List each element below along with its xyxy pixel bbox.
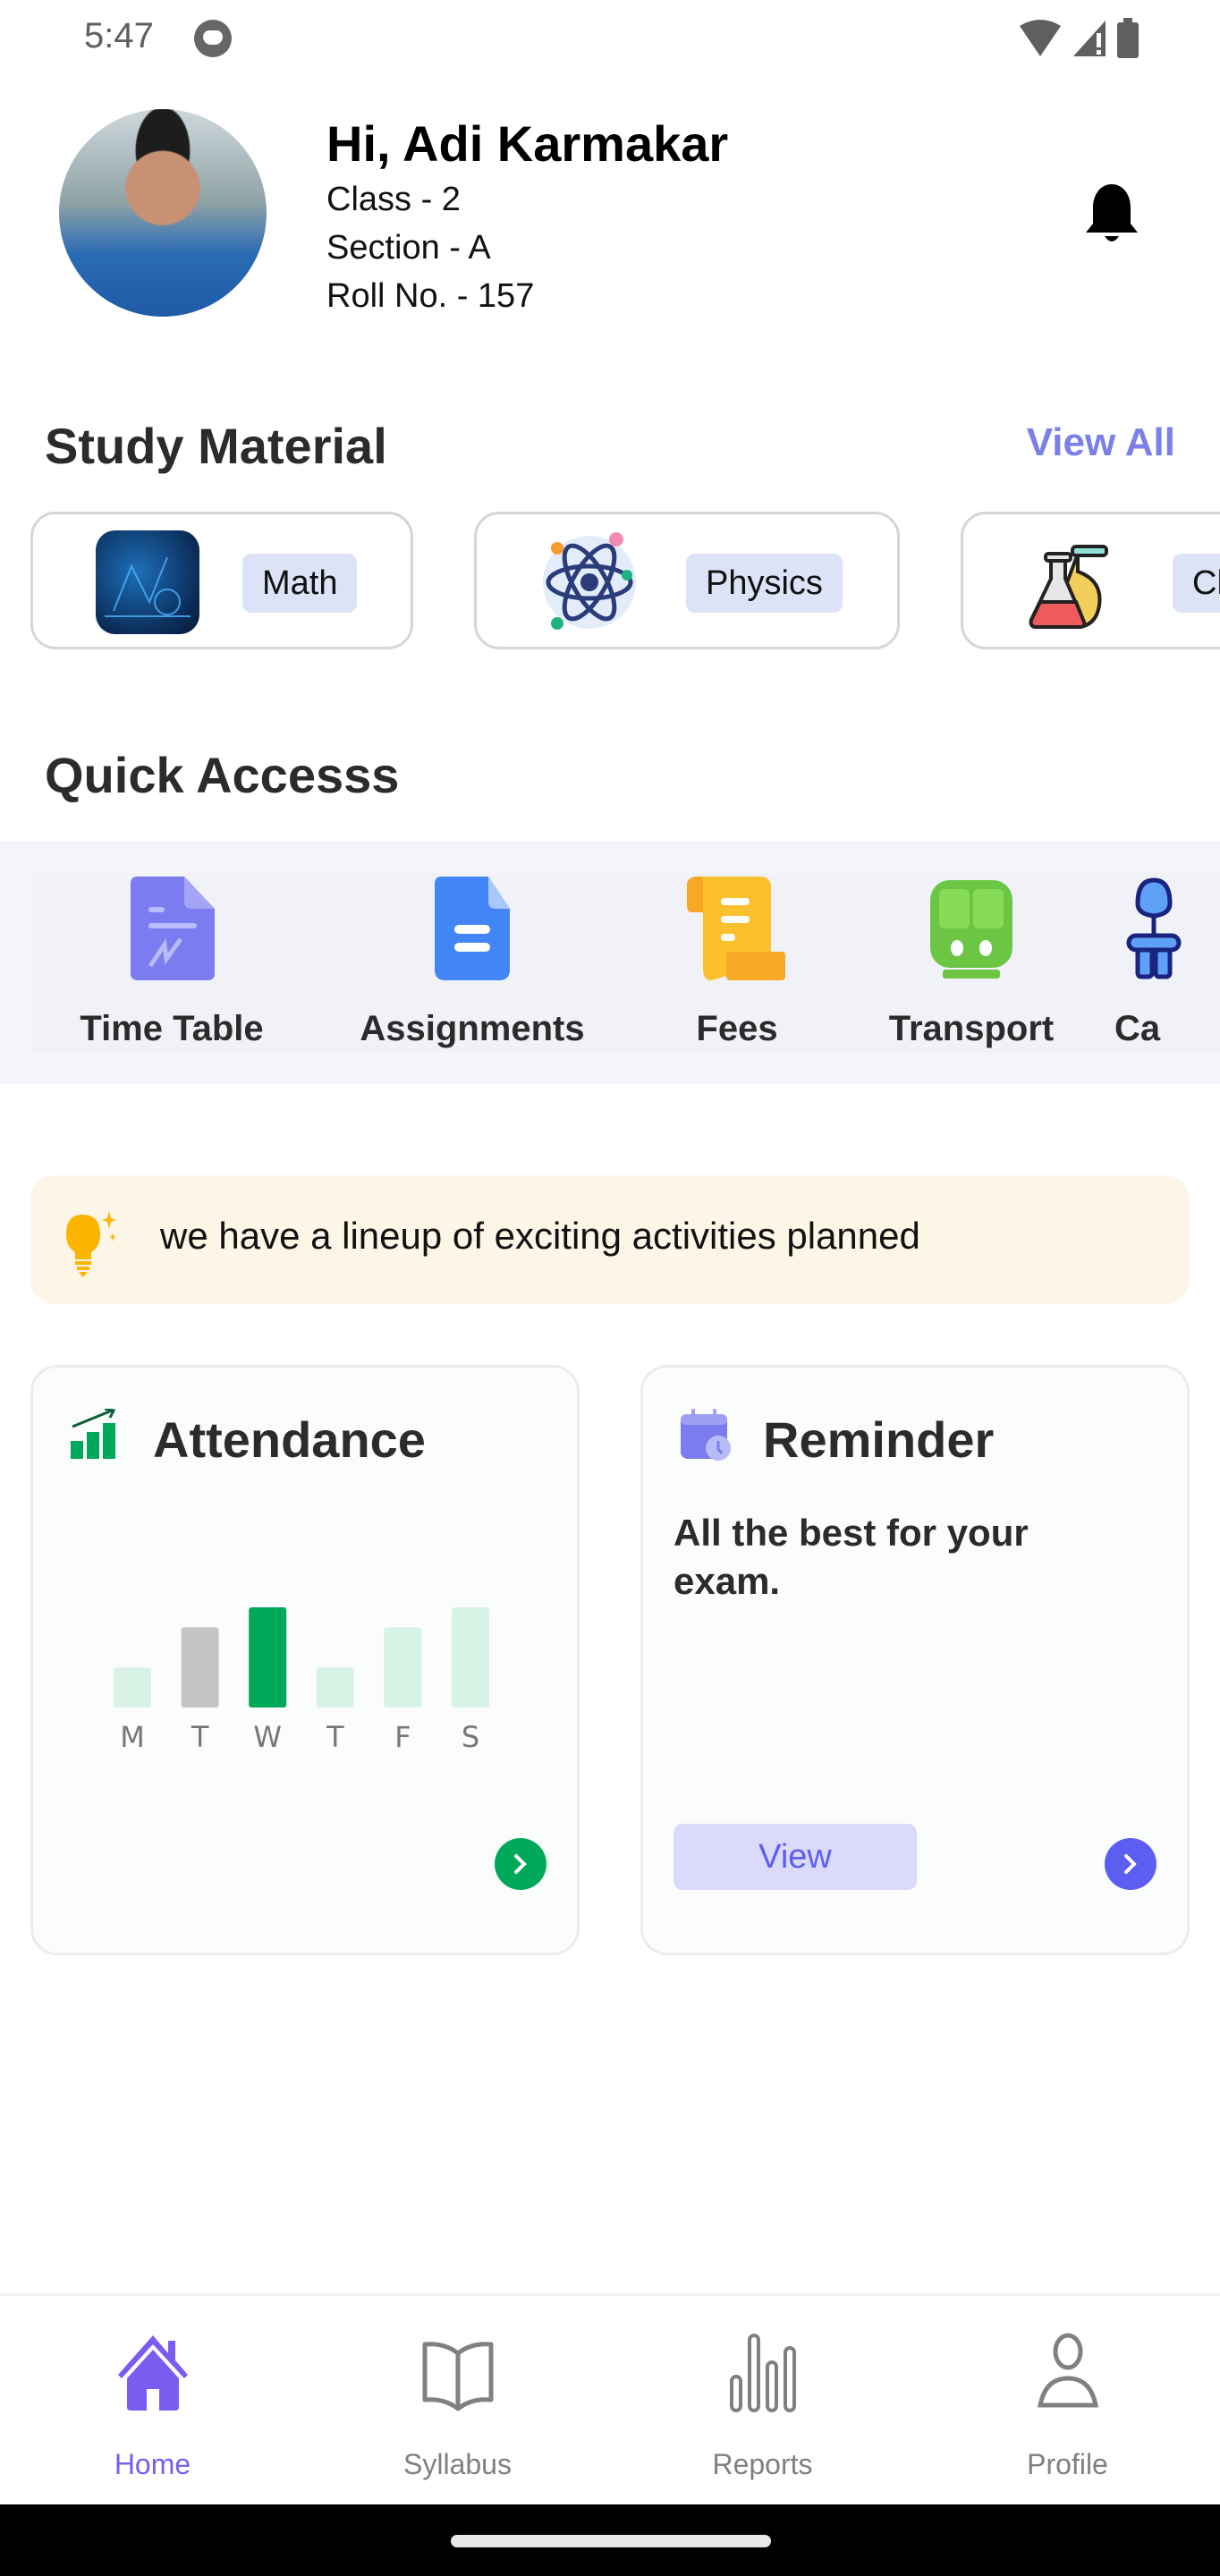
nav-label: Syllabus [403,2448,512,2480]
home-gesture-handle[interactable] [451,2535,771,2547]
reminder-message: All the best for your exam. [674,1512,1029,1602]
study-material-list[interactable]: Math Physics Ch [30,512,1220,649]
reminder-title: Reminder [763,1411,995,1468]
section-info: Section - A [326,229,491,267]
nav-label: Profile [1027,2448,1108,2480]
bell-icon[interactable] [1080,181,1143,249]
attendance-card[interactable]: Attendance M T W T F S [30,1365,580,1955]
quick-access-label: Assignments [360,1009,585,1048]
attendance-day-label: S [462,1720,479,1754]
chevron-right-icon [1124,1854,1137,1874]
study-material-title: Study Material [45,418,387,474]
person-icon [1037,2333,1098,2408]
growth-chart-icon [71,1409,116,1459]
atom-icon [543,532,636,630]
attendance-bar-3 [316,1667,354,1707]
quick-access-time-table[interactable]: Time Table [73,873,270,1052]
attendance-title: Attendance [153,1411,426,1468]
nav-label: Reports [712,2448,813,2480]
banner-text: we have a lineup of exciting activities … [160,1215,920,1257]
quick-access-label: Ca [1114,1009,1161,1048]
attendance-day-label: M [120,1720,145,1754]
home-icon [117,2335,188,2411]
canteen-icon [1126,877,1182,979]
attendance-day-label: T [326,1720,344,1754]
quick-access-fees[interactable]: Fees [639,873,835,1052]
nav-label: Home [114,2448,191,2480]
class-info: Class - 2 [326,181,461,218]
subject-chip: Math [242,554,358,613]
subject-chip: Physics [686,554,843,613]
battery-icon [1117,18,1139,58]
attendance-bar-0 [114,1667,151,1707]
status-time: 5:47 [84,16,154,55]
fees-scroll-icon [687,877,785,980]
reminder-card[interactable]: Reminder All the best for your exam. Vie… [640,1365,1190,1955]
attendance-bar-5 [452,1607,489,1707]
app-notification-icon [194,20,232,57]
quick-access-transport[interactable]: Transport [873,873,1070,1052]
activities-banner[interactable]: we have a lineup of exciting activities … [30,1175,1190,1304]
quick-access-label: Time Table [80,1009,264,1048]
study-card-physics[interactable]: Physics [474,512,900,649]
nav-profile[interactable]: Profile [915,2296,1220,2507]
nav-home[interactable]: Home [0,2296,305,2507]
reminder-open-button[interactable] [1105,1838,1156,1890]
nav-reports[interactable]: Reports [610,2296,915,2507]
quick-access-assignments[interactable]: Assignments [360,873,585,1052]
attendance-open-button[interactable] [495,1838,546,1890]
avatar[interactable] [59,109,267,317]
wifi-icon [1020,20,1061,56]
greeting-title: Hi, Adi Karmakar [326,115,729,172]
quick-access-label: Transport [888,1009,1055,1048]
attendance-day-label: W [253,1720,282,1754]
book-icon [422,2342,493,2411]
attendance-bar-2 [249,1607,287,1707]
attendance-bar-4 [384,1627,422,1707]
nav-syllabus[interactable]: Syllabus [305,2296,610,2507]
attendance-day-label: F [394,1720,411,1754]
attendance-bar-1 [181,1627,219,1707]
quick-access-label: Fees [696,1009,778,1048]
status-icons [1018,18,1140,59]
subject-chip: Ch [1173,554,1220,613]
status-bar: 5:47 [0,0,1220,75]
roll-number-info: Roll No. - 157 [326,277,535,315]
train-icon [930,880,1012,979]
attendance-day-label: T [191,1720,209,1754]
assignment-document-icon [435,877,510,980]
signal-icon [1073,21,1106,56]
quick-access-canteen[interactable]: Ca [1088,873,1220,1052]
chevron-right-icon [514,1854,527,1874]
study-card-chemistry[interactable]: Ch [961,512,1220,649]
view-all-link[interactable]: View All [1027,420,1175,465]
math-thumbnail [96,530,199,634]
profile-header: Hi, Adi Karmakar Class - 2 Section - A R… [59,109,1161,320]
calendar-clock-icon [681,1409,731,1461]
quick-access-title: Quick Accesss [45,747,400,803]
quick-access-strip[interactable]: Time Table Assignments Fees Transport Ca [0,841,1220,1084]
lightbulb-icon [66,1211,116,1277]
timetable-document-icon [131,877,215,980]
system-gesture-bar [0,2504,1220,2576]
bar-chart-icon [729,2334,796,2412]
attendance-bar-chart: MTWTFS [114,1607,489,1754]
reminder-view-button[interactable]: View [674,1824,917,1890]
study-card-math[interactable]: Math [30,512,413,649]
bottom-navigation: Home Syllabus Reports Profile [0,2293,1220,2504]
chemistry-flasks-icon [1029,545,1108,630]
